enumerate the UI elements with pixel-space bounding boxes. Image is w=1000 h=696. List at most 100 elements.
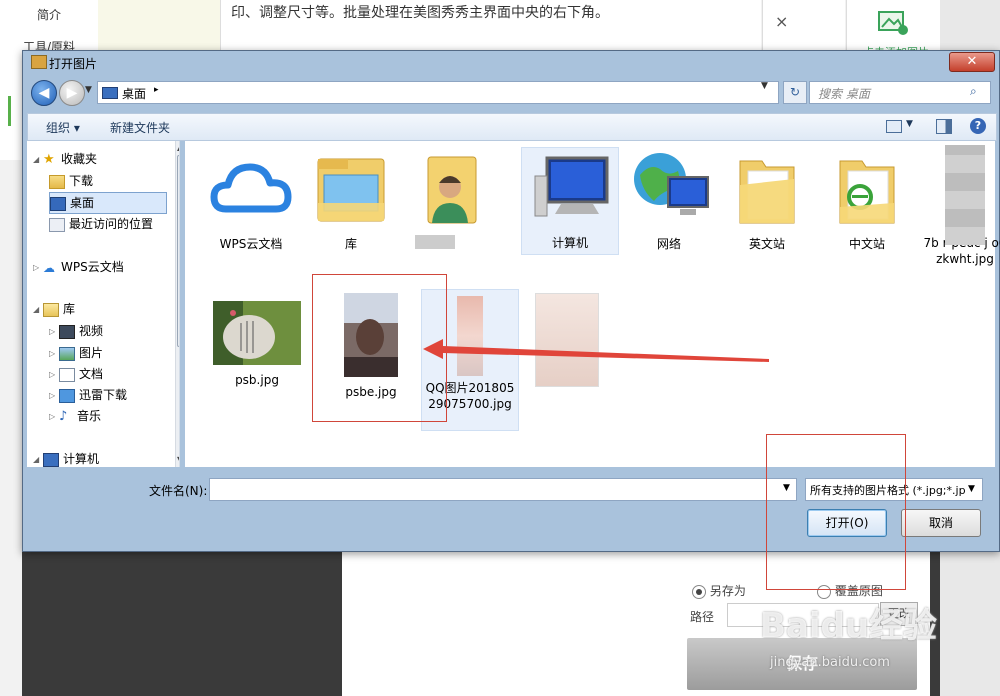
annotation-box-open [766, 434, 906, 590]
dialog-title: 打开图片 [49, 57, 98, 71]
sidebar-item-label: 桌面 [70, 196, 95, 210]
file-item-chinese-site[interactable]: 中文站 [821, 149, 913, 252]
file-item-network[interactable]: 网络 [623, 149, 715, 252]
image-thumb-icon [945, 145, 985, 245]
desk-icon [50, 196, 66, 211]
save-as-radio[interactable] [692, 584, 706, 599]
filename-label: 文件名(N): [149, 484, 208, 498]
baidu-watermark-url: jingyan.baidu.com [770, 655, 890, 670]
file-item-user[interactable] [405, 149, 497, 249]
filename-input[interactable] [209, 478, 797, 501]
sidebar-item-video[interactable]: ▷ 视频 [49, 321, 103, 341]
expanded-triangle-icon[interactable]: ◢ [33, 450, 43, 468]
refresh-icon[interactable]: ↻ [783, 81, 807, 104]
sidebar-item-lib[interactable]: ◢ 库 [33, 299, 75, 319]
close-icon[interactable]: × [775, 12, 788, 31]
file-name: WPS云文档 [219, 237, 283, 251]
add-image-area[interactable]: 点击添加图片 [846, 0, 941, 59]
search-icon[interactable]: ⌕ [970, 84, 977, 99]
save-as-label: 另存为 [709, 584, 746, 598]
dialog-close-button[interactable]: ✕ [949, 52, 995, 72]
sidebar-item-label: 图片 [79, 346, 104, 360]
scroll-thumb[interactable] [177, 155, 179, 347]
nav-intro[interactable]: 简介 [0, 6, 98, 23]
nav-scrollbar[interactable]: ▲ ▼ [175, 141, 179, 467]
dialog-titlebar[interactable]: 打开图片 ✕ [23, 51, 999, 73]
collapsed-triangle-icon[interactable]: ▷ [49, 322, 59, 342]
forward-arrow-icon[interactable]: ▶ [59, 80, 85, 106]
address-bar[interactable]: 桌面 ▸ [97, 81, 779, 104]
computer-icon [534, 156, 609, 217]
file-item-blurred-jpg[interactable]: 7b r peuc j o0 zkwht.jpg [919, 145, 1000, 267]
dialog-toolbar: 组织 ▾ 新建文件夹 ▼ ? [27, 113, 997, 141]
save-as-option[interactable]: 另存为 [692, 582, 746, 599]
background-note [98, 0, 220, 50]
sidebar-item-label: 库 [63, 302, 76, 316]
sidebar-item-recent[interactable]: 最近访问的位置 [49, 214, 153, 234]
help-icon[interactable]: ? [970, 118, 986, 134]
dl-icon [59, 388, 75, 403]
file-item-computer[interactable]: 计算机 [521, 147, 619, 255]
lib-icon [43, 302, 59, 317]
expanded-triangle-icon[interactable]: ◢ [33, 300, 43, 320]
sidebar-item-label: 视频 [79, 324, 104, 338]
file-item-library[interactable]: 库 [305, 149, 397, 252]
sidebar-item-music[interactable]: ▷ ♪ 音乐 [49, 406, 101, 426]
wps-cloud-icon [210, 163, 292, 213]
desktop-icon [102, 87, 118, 99]
new-folder-button[interactable]: 新建文件夹 [110, 119, 170, 136]
file-name: psb.jpg [235, 373, 279, 387]
network-icon [634, 153, 709, 215]
collapsed-triangle-icon[interactable]: ▷ [49, 386, 59, 406]
search-input[interactable]: 搜索 桌面 ⌕ [809, 81, 991, 104]
back-arrow-icon[interactable]: ◀ [31, 80, 57, 106]
preview-pane-icon[interactable] [936, 119, 952, 134]
view-mode-icon[interactable] [886, 120, 902, 133]
pic-icon [59, 346, 75, 361]
view-dropdown-icon[interactable]: ▼ [906, 119, 913, 129]
sidebar-item-pic[interactable]: ▷ 图片 [49, 343, 103, 363]
scroll-up-icon[interactable]: ▲ [177, 143, 179, 152]
breadcrumb-arrow-icon[interactable]: ▸ [154, 85, 159, 95]
star-icon: ★ [43, 151, 55, 167]
sidebar-item-desk[interactable]: 桌面 [49, 192, 167, 214]
collapsed-triangle-icon[interactable]: ▷ [49, 407, 59, 427]
sidebar-item-cloud[interactable]: ▷ ☁ WPS云文档 [33, 257, 124, 277]
sidebar-item-pc2[interactable]: ◢ 计算机 [33, 449, 99, 467]
baidu-watermark: Baidu经验 [760, 606, 938, 646]
sidebar-item-label: 计算机 [63, 452, 100, 466]
cancel-button[interactable]: 取消 [901, 509, 981, 537]
sidebar-item-folder[interactable]: 下载 [49, 171, 93, 191]
image-thumb-icon [213, 301, 301, 365]
expanded-triangle-icon[interactable]: ◢ [33, 150, 43, 170]
scroll-down-icon[interactable]: ▼ [177, 455, 179, 464]
file-item-psb[interactable]: psb.jpg [211, 301, 303, 388]
music-icon: ♪ [59, 408, 68, 424]
sidebar-item-dl[interactable]: ▷ 迅雷下载 [49, 385, 127, 405]
address-location[interactable]: 桌面 [122, 85, 146, 102]
address-dropdown-icon[interactable]: ▼ [761, 81, 768, 91]
collapsed-triangle-icon[interactable]: ▷ [49, 365, 59, 385]
file-list-pane: WPS云文档 库 计算机 网络 英文站 中文站 7b j o zkwht.jpg… [185, 141, 1000, 467]
sidebar-item-star[interactable]: ◢ ★ 收藏夹 [33, 149, 97, 169]
file-item-english-site[interactable]: 英文站 [721, 149, 813, 252]
sidebar-item-label: 收藏夹 [61, 152, 98, 166]
file-name: 网络 [656, 237, 681, 251]
file-name: 中文站 [848, 237, 885, 251]
file-name: 库 [344, 237, 357, 251]
blurred-label [415, 235, 455, 249]
history-dropdown-icon[interactable]: ▼ [85, 85, 92, 95]
organize-button[interactable]: 组织 ▾ [46, 119, 80, 136]
annotation-arrow-icon [423, 339, 769, 362]
sidebar-item-label: 迅雷下载 [79, 388, 128, 402]
add-image-icon [878, 11, 908, 35]
collapsed-triangle-icon[interactable]: ▷ [33, 258, 43, 278]
filetype-dropdown-icon[interactable]: ▼ [968, 484, 975, 494]
collapsed-triangle-icon[interactable]: ▷ [49, 344, 59, 364]
sidebar-item-doc[interactable]: ▷ 文档 [49, 364, 103, 384]
video-icon [59, 324, 75, 339]
file-item-wps-cloud[interactable]: WPS云文档 [205, 149, 297, 252]
user-folder-icon [427, 156, 477, 224]
recent-icon [49, 217, 65, 232]
sidebar-item-label: 文档 [79, 367, 104, 381]
